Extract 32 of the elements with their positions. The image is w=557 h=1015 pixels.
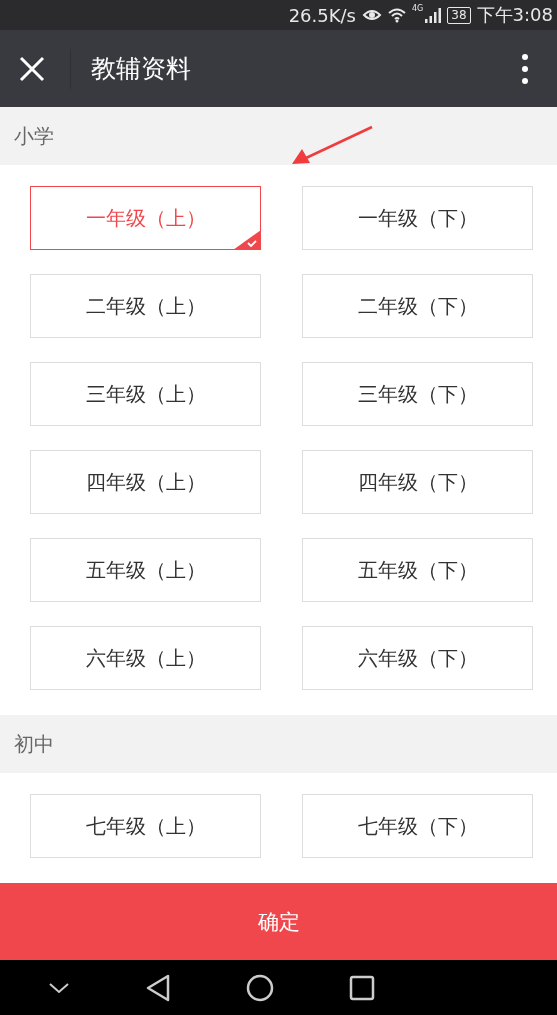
grade-option[interactable]: 七年级（上） <box>30 794 261 858</box>
section-header: 初中 <box>0 715 557 773</box>
signal-icon <box>425 7 442 23</box>
grade-option[interactable]: 四年级（下） <box>302 450 533 514</box>
grade-option[interactable]: 六年级（上） <box>30 626 261 690</box>
grade-option[interactable]: 一年级（上） <box>30 186 261 250</box>
network-speed: 26.5K/s <box>288 4 356 26</box>
grade-option[interactable]: 二年级（上） <box>30 274 261 338</box>
network-type: 4G <box>412 4 424 13</box>
more-icon[interactable] <box>521 52 529 85</box>
close-icon[interactable] <box>18 54 46 83</box>
check-icon <box>233 230 261 250</box>
battery-level: 38 <box>447 6 471 24</box>
grade-option[interactable]: 一年级（下） <box>302 186 533 250</box>
grade-option[interactable]: 五年级（下） <box>302 538 533 602</box>
page-title: 教辅资料 <box>91 53 192 85</box>
grade-option[interactable]: 七年级（下） <box>302 794 533 858</box>
grade-option[interactable]: 五年级（上） <box>30 538 261 602</box>
grade-option[interactable]: 二年级（下） <box>302 274 533 338</box>
back-icon[interactable] <box>144 973 171 1002</box>
eye-icon <box>362 7 382 23</box>
clock: 下午3:08 <box>476 3 553 27</box>
grade-option[interactable]: 四年级（上） <box>30 450 261 514</box>
grade-option[interactable]: 六年级（下） <box>302 626 533 690</box>
grade-option[interactable]: 三年级（上） <box>30 362 261 426</box>
home-icon[interactable] <box>245 973 274 1002</box>
recents-icon[interactable] <box>348 974 375 1001</box>
chevron-down-icon[interactable] <box>47 980 70 995</box>
confirm-button[interactable]: 确定 <box>0 883 557 960</box>
wifi-icon <box>388 7 406 23</box>
grade-option[interactable]: 三年级（下） <box>302 362 533 426</box>
section-header: 小学 <box>0 107 557 165</box>
